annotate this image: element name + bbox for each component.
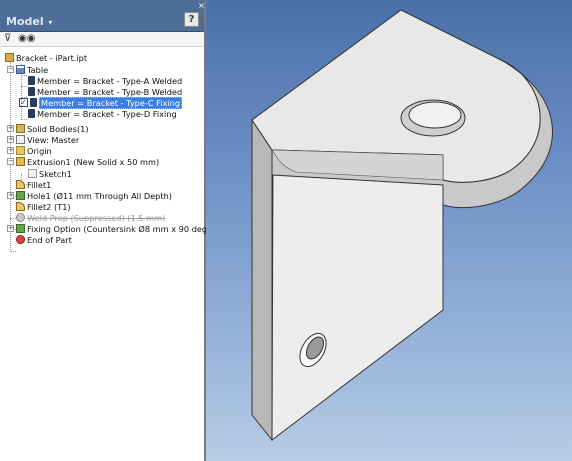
tree-item-fixing-option[interactable]: Fixing Option (Countersink Ø8 mm x 90 de… bbox=[16, 223, 224, 234]
tree-item-label: Extrusion1 (New Solid x 50 mm) bbox=[27, 156, 160, 167]
tree-item-origin[interactable]: Origin bbox=[16, 145, 52, 156]
collapse-icon[interactable]: − bbox=[7, 158, 14, 165]
tree-item-label: Fillet2 (T1) bbox=[27, 201, 71, 212]
member-icon bbox=[28, 87, 35, 96]
close-icon[interactable]: × bbox=[198, 1, 205, 10]
top-hole-inner bbox=[408, 101, 462, 129]
browser-toolbar: ⊽ ◉◉ bbox=[0, 32, 204, 47]
tree-item-member-a[interactable]: Member = Bracket - Type-A Welded bbox=[28, 75, 182, 86]
expand-icon[interactable]: + bbox=[7, 147, 14, 154]
tree-item-extrusion[interactable]: Extrusion1 (New Solid x 50 mm) bbox=[16, 156, 159, 167]
tree-item-sketch[interactable]: Sketch1 bbox=[28, 168, 72, 179]
tree-item-label: Sketch1 bbox=[39, 168, 72, 179]
model-browser-panel: Model ▾ ? × ⊽ ◉◉ Bracket - iPart.ipt − T… bbox=[0, 0, 224, 461]
folder-icon bbox=[16, 146, 25, 155]
filter-icon[interactable]: ⊽ bbox=[4, 33, 11, 44]
tree-item-label: Solid Bodies(1) bbox=[27, 123, 89, 134]
tree-item-label: View: Master bbox=[27, 134, 80, 145]
expand-icon[interactable]: + bbox=[7, 136, 14, 143]
solid-bodies-icon bbox=[16, 124, 25, 133]
tree-item-label: Weld Prep (Suppressed) (1.5 mm) bbox=[27, 212, 166, 223]
tree-item-table[interactable]: Table bbox=[16, 64, 48, 75]
expand-icon[interactable]: + bbox=[7, 192, 14, 199]
tree-item-label: End of Part bbox=[27, 234, 72, 245]
tree-item-fillet1[interactable]: Fillet1 bbox=[16, 179, 51, 190]
help-button[interactable]: ? bbox=[184, 12, 199, 27]
table-icon bbox=[16, 65, 25, 74]
expand-icon[interactable]: + bbox=[7, 225, 14, 232]
graphics-viewport[interactable] bbox=[206, 0, 572, 461]
sketch-icon bbox=[28, 169, 37, 178]
tree-item-label-selected: Member = Bracket - Type-C Fixing bbox=[39, 96, 183, 109]
tree-item-weld-prep[interactable]: Weld Prep (Suppressed) (1.5 mm) bbox=[16, 212, 165, 223]
part-file-icon bbox=[5, 53, 14, 62]
tree-item-label: Member = Bracket - Type-B Welded bbox=[37, 86, 183, 97]
panel-title-dropdown[interactable]: Model ▾ bbox=[6, 15, 52, 28]
tree-item-label: Bracket - iPart.ipt bbox=[16, 52, 88, 63]
vertical-plate-edge bbox=[251, 118, 273, 442]
tree-item-member-b[interactable]: Member = Bracket - Type-B Welded bbox=[28, 86, 182, 97]
tree-item-label: Hole1 (Ø11 mm Through All Depth) bbox=[27, 190, 172, 201]
tree-item-label: Member = Bracket - Type-D Fixing bbox=[37, 108, 177, 119]
tree-line bbox=[21, 86, 27, 87]
tree-item-end-of-part[interactable]: End of Part bbox=[16, 234, 72, 245]
tree-item-label: Origin bbox=[27, 145, 52, 156]
model-tree: Bracket - iPart.ipt − Table Member = Bra… bbox=[0, 48, 224, 461]
member-icon bbox=[28, 76, 35, 85]
bracket-3d-model bbox=[251, 9, 553, 442]
member-icon bbox=[28, 109, 35, 118]
active-member-checkbox[interactable]: ✓ bbox=[19, 98, 28, 107]
tree-line bbox=[21, 119, 27, 120]
hole-icon bbox=[16, 224, 25, 233]
tree-item-label: Fillet1 bbox=[27, 179, 52, 190]
tree-item-member-c[interactable]: ✓ Member = Bracket - Type-C Fixing bbox=[19, 96, 183, 109]
panel-title-text: Model bbox=[6, 15, 44, 28]
suppressed-feature-icon bbox=[16, 213, 25, 222]
tree-line bbox=[10, 251, 16, 252]
inventor-window: Model ▾ ? × ⊽ ◉◉ Bracket - iPart.ipt − T… bbox=[0, 0, 572, 461]
fillet-icon bbox=[16, 202, 25, 211]
tree-item-fillet2[interactable]: Fillet2 (T1) bbox=[16, 201, 71, 212]
tree-item-label: Fixing Option (Countersink Ø8 mm x 90 de… bbox=[27, 223, 224, 234]
vertical-plate-face bbox=[271, 151, 444, 442]
tree-item-label: Member = Bracket - Type-A Welded bbox=[37, 75, 183, 86]
view-icon bbox=[16, 135, 25, 144]
expand-icon[interactable]: + bbox=[7, 125, 14, 132]
fillet-icon bbox=[16, 180, 25, 189]
tree-item-view[interactable]: View: Master bbox=[16, 134, 79, 145]
chevron-down-icon: ▾ bbox=[45, 18, 53, 27]
tree-item-label: Table bbox=[27, 64, 49, 75]
collapse-icon[interactable]: − bbox=[7, 66, 14, 73]
tree-item-hole[interactable]: Hole1 (Ø11 mm Through All Depth) bbox=[16, 190, 172, 201]
tree-item-root[interactable]: Bracket - iPart.ipt bbox=[5, 52, 87, 63]
binoculars-icon[interactable]: ◉◉ bbox=[18, 33, 35, 44]
tree-item-member-d[interactable]: Member = Bracket - Type-D Fixing bbox=[28, 108, 177, 119]
member-icon bbox=[30, 98, 37, 107]
tree-line bbox=[21, 75, 27, 76]
tree-item-solid-bodies[interactable]: Solid Bodies(1) bbox=[16, 123, 89, 134]
end-of-part-icon bbox=[16, 235, 25, 244]
panel-header: Model ▾ ? × bbox=[0, 0, 205, 32]
hole-icon bbox=[16, 191, 25, 200]
extrusion-icon bbox=[16, 157, 25, 166]
